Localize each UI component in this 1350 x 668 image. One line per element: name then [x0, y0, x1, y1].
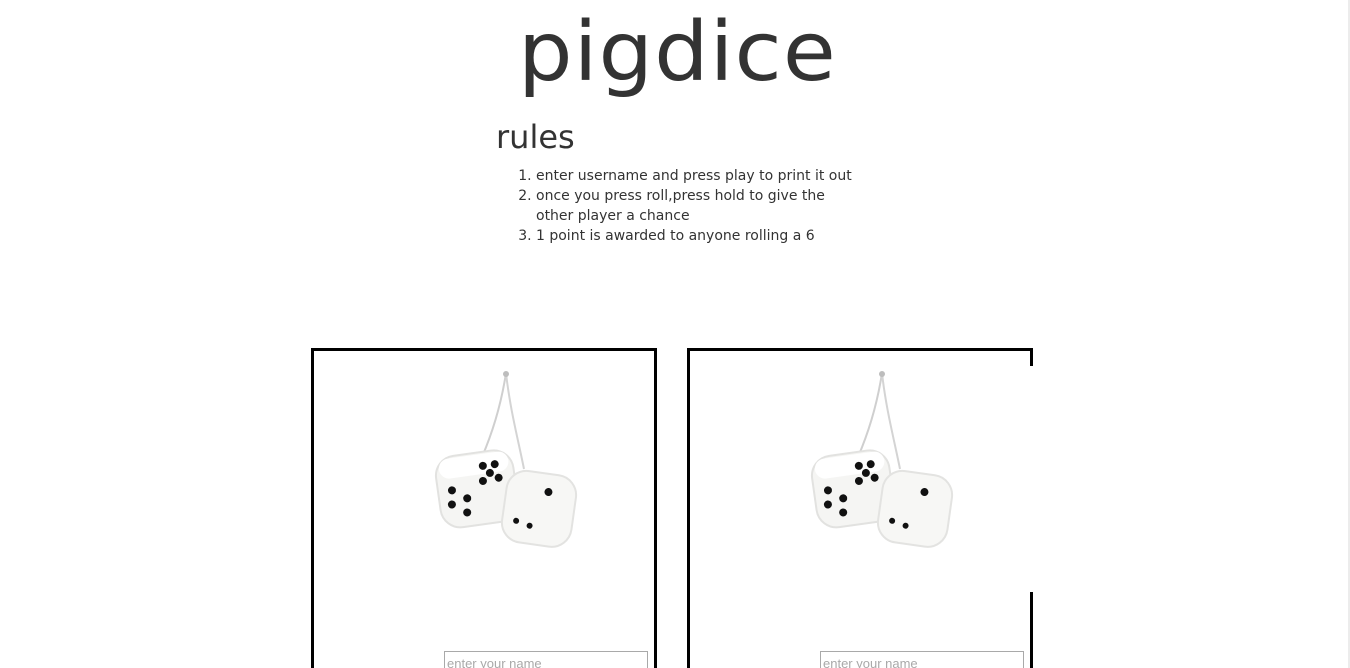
fuzzy-dice-icon: [810, 371, 954, 548]
player-one-name-input[interactable]: [444, 651, 648, 668]
rule-item: enter username and press play to print i…: [536, 166, 866, 186]
fuzzy-dice-icon: [434, 371, 578, 548]
player-two-name-input[interactable]: [820, 651, 1024, 668]
page: pigdice rules enter username and press p…: [0, 0, 1350, 668]
rules-list: enter username and press play to print i…: [496, 166, 896, 246]
card-border-gap: [1028, 366, 1034, 592]
rule-item: once you press roll,press hold to give t…: [536, 186, 866, 226]
page-title: pigdice: [518, 4, 837, 100]
rules-heading: rules: [496, 118, 575, 156]
rule-item: 1 point is awarded to anyone rolling a 6: [536, 226, 866, 246]
player-one-card: [311, 348, 657, 668]
player-two-card: [687, 348, 1033, 668]
